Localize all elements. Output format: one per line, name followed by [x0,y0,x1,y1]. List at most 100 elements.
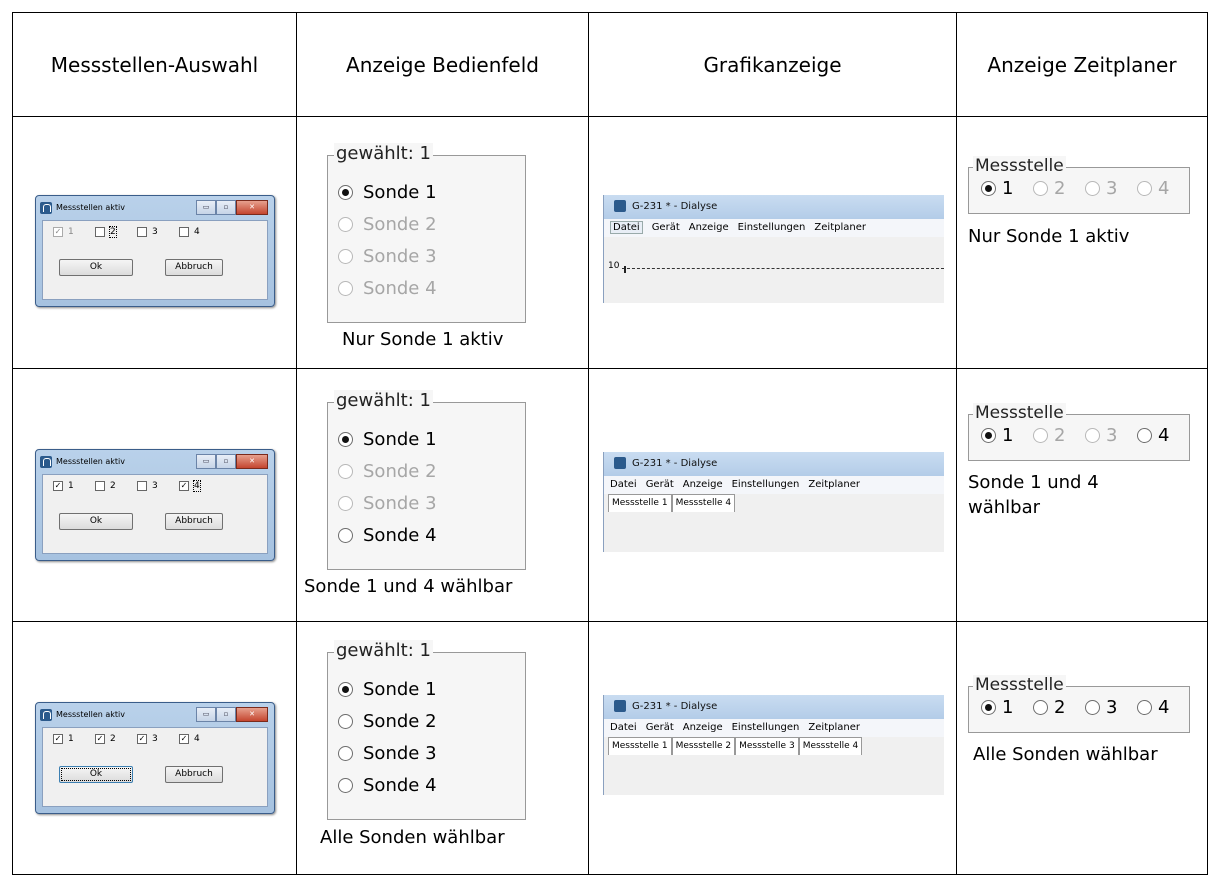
window-title: G-231 * - Dialyse [604,195,944,219]
header-grafikanzeige: Grafikanzeige [588,12,957,117]
radio-sonde-3[interactable]: Sonde 3 [338,743,437,764]
menu-einstellungen[interactable]: Einstellungen [732,722,800,733]
radio-selected-icon [338,432,353,447]
zeit-radio-4[interactable]: 4 [1137,425,1169,446]
menu-zeitplaner[interactable]: Zeitplaner [808,722,860,733]
menu-geraet[interactable]: Gerät [646,479,674,490]
close-button[interactable]: ✕ [236,454,268,469]
radio-sonde-4[interactable]: Sonde 4 [338,278,437,299]
zeit-group: Messstelle 1 2 3 4 [968,403,1190,461]
checkbox-row: ✓ 1 ✓ 2 ✓ 3 ✓ 4 [53,734,221,744]
ok-button[interactable]: Ok [59,766,133,783]
menu-zeitplaner[interactable]: Zeitplaner [814,222,866,233]
zeit-caption: Alle Sonden wählbar [973,744,1158,765]
menu-anzeige[interactable]: Anzeige [683,722,723,733]
radio-sonde-1[interactable]: Sonde 1 [338,429,437,450]
zeit-radio-3[interactable]: 3 [1085,697,1117,718]
radio-sonde-2[interactable]: Sonde 2 [338,461,437,482]
radio-sonde-1[interactable]: Sonde 1 [338,182,437,203]
checkbox-2[interactable]: ✓ 2 [95,734,137,744]
tab-messstelle-2[interactable]: Messstelle 2 [671,737,736,755]
radio-sonde-3[interactable]: Sonde 3 [338,246,437,267]
radio-selected-icon [981,700,996,715]
abbruch-button[interactable]: Abbruch [165,766,223,783]
maximize-button[interactable]: ▫ [216,707,236,722]
menu-datei[interactable]: Datei [610,479,637,490]
radio-icon [338,217,353,232]
abbruch-button[interactable]: Abbruch [165,513,223,530]
tab-messstelle-1[interactable]: Messstelle 1 [608,737,672,755]
checkbox-3[interactable]: ✓ 3 [137,734,179,744]
minimize-button[interactable]: ▭ [196,454,216,469]
app-icon [40,455,52,468]
close-button[interactable]: ✕ [236,707,268,722]
messstellen-dialog: Messstellen aktiv ▭ ▫ ✕ ✓ 1 ✓ 2 ✓ 3 ✓ 4 Ok Abb… [35,702,275,814]
menu-geraet[interactable]: Gerät [652,222,680,233]
app-icon [614,700,626,712]
menu-anzeige[interactable]: Anzeige [683,479,723,490]
checkbox-4[interactable]: 4 [179,227,221,237]
minimize-button[interactable]: ▭ [196,707,216,722]
menu-datei[interactable]: Datei [610,722,637,733]
radio-sonde-2[interactable]: Sonde 2 [338,711,437,732]
zeit-radio-4[interactable]: 4 [1137,178,1169,199]
radio-sonde-2[interactable]: Sonde 2 [338,214,437,235]
window-title: G-231 * - Dialyse [604,695,944,719]
header-label: Messstellen-Auswahl [50,52,259,77]
row1-auswahl-cell: Messstellen aktiv ▭ ▫ ✕ ✓ 1 2 3 4 Ok Abbruc… [12,116,297,369]
checkbox-1[interactable]: ✓ 1 [53,734,95,744]
abbruch-button[interactable]: Abbruch [165,259,223,276]
zeit-radio-4[interactable]: 4 [1137,697,1169,718]
checkbox-4[interactable]: ✓ 4 [179,734,221,744]
zeit-radio-2[interactable]: 2 [1033,697,1065,718]
radio-icon [338,496,353,511]
zeit-radio-3[interactable]: 3 [1085,178,1117,199]
radio-icon [1137,181,1152,196]
radio-icon [1033,181,1048,196]
menu-bar: Datei Gerät Anzeige Einstellungen Zeitplaner [604,219,944,237]
zeit-radio-1[interactable]: 1 [981,697,1013,718]
zeit-radio-3[interactable]: 3 [1085,425,1117,446]
menu-einstellungen[interactable]: Einstellungen [738,222,806,233]
zeit-radio-2[interactable]: 2 [1033,178,1065,199]
maximize-button[interactable]: ▫ [216,454,236,469]
checkbox-3[interactable]: 3 [137,481,179,491]
menu-anzeige[interactable]: Anzeige [689,222,729,233]
row1-grafik-cell: G-231 * - Dialyse Datei Gerät Anzeige Einst… [588,116,957,369]
header-anzeige-bedienfeld: Anzeige Bedienfeld [296,12,589,117]
menu-datei[interactable]: Datei [610,221,643,234]
checkbox-2[interactable]: 2 [95,481,137,491]
ok-button[interactable]: Ok [59,259,133,276]
tab-messstelle-4[interactable]: Messstelle 4 [798,737,863,755]
zeit-radio-1[interactable]: 1 [981,425,1013,446]
ok-button[interactable]: Ok [59,513,133,530]
tab-messstelle-3[interactable]: Messstelle 3 [735,737,799,755]
checkbox-3[interactable]: 3 [137,227,179,237]
menu-einstellungen[interactable]: Einstellungen [732,479,800,490]
zeit-radio-1[interactable]: 1 [981,178,1013,199]
menu-geraet[interactable]: Gerät [646,722,674,733]
menu-zeitplaner[interactable]: Zeitplaner [808,479,860,490]
radio-sonde-1[interactable]: Sonde 1 [338,679,437,700]
radio-icon [338,778,353,793]
row3-grafik-cell: G-231 * - Dialyse Datei Gerät Anzeige Einst… [588,621,957,875]
checkbox-1[interactable]: ✓ 1 [53,227,95,237]
radio-icon [338,528,353,543]
messstellen-dialog: Messstellen aktiv ▭ ▫ ✕ ✓ 1 2 3 ✓ 4 Ok Abbru… [35,449,275,561]
zeit-radio-2[interactable]: 2 [1033,425,1065,446]
checkbox-4[interactable]: ✓ 4 [179,480,221,492]
close-button[interactable]: ✕ [236,200,268,215]
radio-sonde-4[interactable]: Sonde 4 [338,525,437,546]
zeit-group: Messstelle 1 2 3 4 [968,675,1190,733]
radio-sonde-3[interactable]: Sonde 3 [338,493,437,514]
group-legend: Messstelle [973,403,1066,423]
tab-messstelle-1[interactable]: Messstelle 1 [608,494,672,512]
radio-sonde-4[interactable]: Sonde 4 [338,775,437,796]
minimize-button[interactable]: ▭ [196,200,216,215]
checkbox-2[interactable]: 2 [95,226,137,238]
header-messstellen-auswahl: Messstellen-Auswahl [12,12,297,117]
maximize-button[interactable]: ▫ [216,200,236,215]
row2-zeit-cell: Messstelle 1 2 3 4 Sonde 1 und 4 wählbar [956,368,1208,622]
checkbox-1[interactable]: ✓ 1 [53,481,95,491]
tab-messstelle-4[interactable]: Messstelle 4 [671,494,736,512]
